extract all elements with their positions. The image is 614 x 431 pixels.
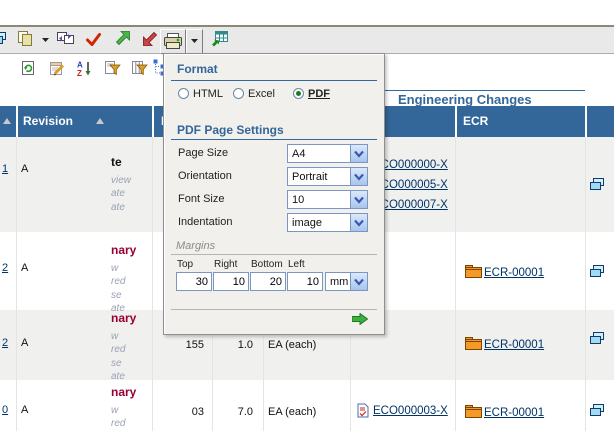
item-link[interactable]: 2 bbox=[2, 262, 8, 274]
font-size-value: 10 bbox=[288, 194, 350, 206]
margin-right-input[interactable] bbox=[213, 272, 249, 291]
margin-bottom-label: Bottom bbox=[251, 259, 283, 270]
page-size-label: Page Size bbox=[178, 147, 228, 159]
folder-icon bbox=[465, 405, 482, 418]
divider bbox=[171, 139, 377, 140]
radio-excel-label[interactable]: Excel bbox=[248, 88, 275, 100]
folder-icon bbox=[465, 265, 482, 278]
sort-indicator-item[interactable] bbox=[3, 118, 11, 124]
divider bbox=[171, 80, 377, 81]
chevron-down-icon[interactable] bbox=[350, 145, 367, 162]
print-button[interactable] bbox=[160, 29, 186, 54]
indentation-value: image bbox=[288, 217, 350, 229]
ecr-link[interactable]: ECR-00001 bbox=[484, 339, 544, 351]
page-size-select[interactable]: A4 bbox=[287, 144, 368, 163]
orientation-value: Portrait bbox=[288, 171, 350, 183]
orientation-label: Orientation bbox=[178, 170, 232, 182]
refresh-icon[interactable] bbox=[21, 60, 36, 77]
qty-value: 155 bbox=[158, 339, 204, 351]
radio-excel[interactable] bbox=[233, 88, 244, 99]
uom-value: EA (each) bbox=[268, 406, 316, 418]
export-grid-icon[interactable] bbox=[211, 31, 228, 48]
sort-indicator-revision[interactable] bbox=[96, 118, 104, 124]
chevron-down-icon[interactable] bbox=[350, 191, 367, 208]
qty-per-value: 1.0 bbox=[214, 339, 253, 351]
radio-pdf-label[interactable]: PDF bbox=[308, 88, 330, 100]
format-panel-title: Format bbox=[177, 62, 218, 76]
change-document-icon bbox=[357, 403, 369, 418]
approve-check-icon[interactable] bbox=[86, 33, 101, 46]
item-link[interactable]: 0 bbox=[2, 404, 8, 416]
margin-right-label: Right bbox=[214, 259, 237, 270]
orientation-select[interactable]: Portrait bbox=[287, 167, 368, 186]
filter-columns-icon[interactable] bbox=[131, 60, 148, 77]
item-link[interactable]: 2 bbox=[2, 337, 8, 349]
eco-link[interactable]: ECO000003-X bbox=[373, 405, 448, 417]
chevron-down-icon[interactable] bbox=[350, 273, 367, 290]
lifecycle-phase: nary w red se ate bbox=[111, 244, 136, 316]
margin-unit-select[interactable]: mm bbox=[325, 272, 368, 291]
open-window-icon[interactable] bbox=[589, 264, 606, 279]
radio-pdf[interactable] bbox=[293, 88, 304, 99]
lifecycle-phase: nary w red se ate bbox=[111, 312, 136, 384]
page-size-value: A4 bbox=[288, 148, 350, 160]
window-icon[interactable] bbox=[0, 31, 8, 46]
column-header-ecr: ECR bbox=[463, 114, 488, 128]
lifecycle-phase: nary w red bbox=[111, 386, 136, 431]
printer-icon bbox=[162, 33, 184, 50]
divider bbox=[171, 309, 377, 310]
copy-menu-caret-icon[interactable] bbox=[42, 38, 50, 43]
go-arrow-button[interactable] bbox=[352, 313, 368, 325]
lifecycle-phase: te view ate ate bbox=[111, 156, 131, 214]
folder-icon bbox=[465, 337, 482, 350]
indentation-select[interactable]: image bbox=[287, 213, 368, 232]
indentation-label: Indentation bbox=[178, 216, 232, 228]
margin-left-input[interactable] bbox=[287, 272, 323, 291]
screen: A Z Engineering Changes Revision F ECR bbox=[0, 0, 614, 431]
print-menu-caret-icon bbox=[191, 39, 199, 44]
font-size-label: Font Size bbox=[178, 193, 224, 205]
margin-top-input[interactable] bbox=[176, 272, 212, 291]
chevron-down-icon[interactable] bbox=[350, 214, 367, 231]
group-header-engineering-changes: Engineering Changes bbox=[398, 92, 532, 107]
divider bbox=[171, 254, 377, 255]
uom-value: EA (each) bbox=[268, 339, 316, 351]
revision-value: A bbox=[21, 163, 28, 175]
open-window-icon[interactable] bbox=[589, 331, 606, 346]
item-link[interactable]: 1 bbox=[2, 163, 8, 175]
print-menu-button[interactable] bbox=[186, 29, 203, 54]
revision-value: A bbox=[21, 404, 28, 416]
qty-value: 03 bbox=[158, 406, 204, 418]
radio-html[interactable] bbox=[178, 88, 189, 99]
edit-icon[interactable] bbox=[49, 60, 65, 77]
demote-arrow-icon[interactable] bbox=[143, 31, 158, 46]
sort-az-icon[interactable]: A Z bbox=[77, 60, 92, 77]
qty-per-value: 7.0 bbox=[214, 406, 253, 418]
pdf-settings-title: PDF Page Settings bbox=[177, 123, 284, 137]
promote-arrow-icon[interactable] bbox=[115, 31, 130, 46]
radio-html-label[interactable]: HTML bbox=[193, 88, 223, 100]
copy-icon[interactable] bbox=[17, 30, 33, 47]
open-window-icon[interactable] bbox=[589, 177, 606, 192]
margin-left-label: Left bbox=[288, 259, 305, 270]
column-header-revision: Revision bbox=[23, 114, 73, 128]
swap-windows-icon[interactable] bbox=[56, 31, 74, 45]
margin-bottom-input[interactable] bbox=[250, 272, 286, 291]
font-size-select[interactable]: 10 bbox=[287, 190, 368, 209]
margin-top-label: Top bbox=[177, 259, 193, 270]
revision-value: A bbox=[21, 337, 28, 349]
margins-title: Margins bbox=[176, 240, 215, 252]
chevron-down-icon[interactable] bbox=[350, 168, 367, 185]
filter-icon[interactable] bbox=[104, 60, 121, 77]
svg-text:Z: Z bbox=[77, 69, 82, 77]
ecr-link[interactable]: ECR-00001 bbox=[484, 267, 544, 279]
open-window-icon[interactable] bbox=[589, 403, 606, 418]
margin-unit-value: mm bbox=[326, 276, 350, 288]
revision-value: A bbox=[21, 262, 28, 274]
ecr-link[interactable]: ECR-00001 bbox=[484, 407, 544, 419]
